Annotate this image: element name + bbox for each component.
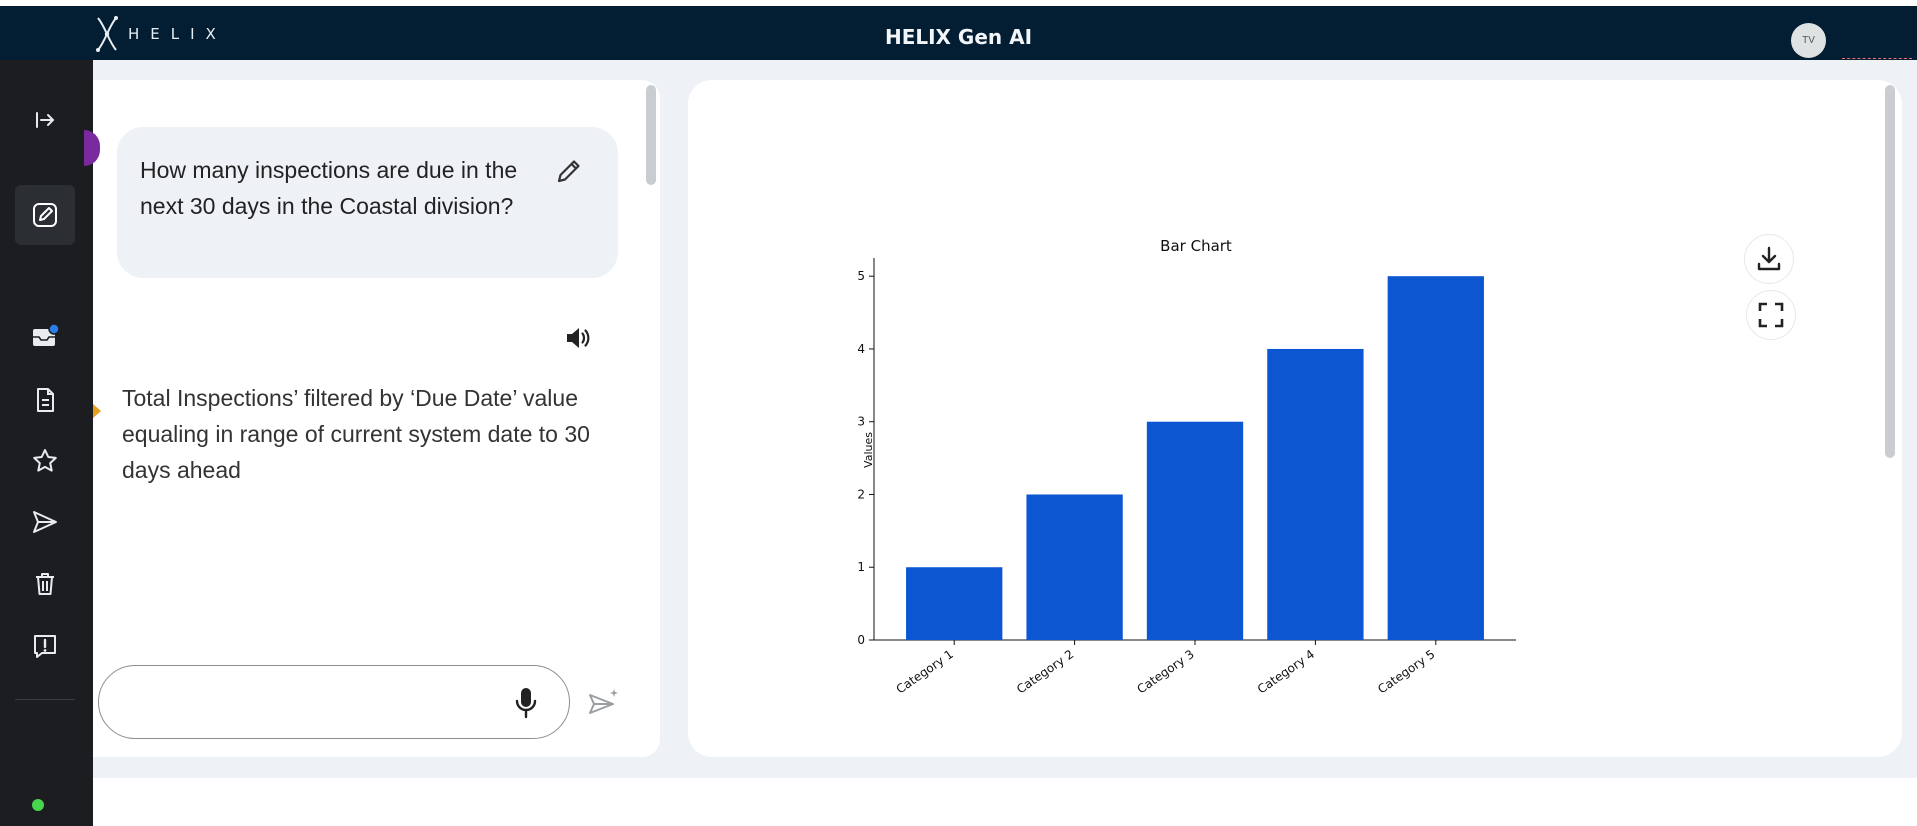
send-icon bbox=[33, 511, 57, 533]
x-tick-label: Category 5 bbox=[1375, 647, 1437, 696]
bar bbox=[906, 567, 1003, 640]
x-axis-ticks: Category 1 Category 2 Category 3 Category 4… bbox=[894, 640, 1438, 696]
chart-title: Bar Chart bbox=[1160, 237, 1232, 255]
y-tick-label: 2 bbox=[857, 487, 865, 501]
app-title: HELIX Gen AI bbox=[884, 25, 1033, 49]
user-avatar[interactable]: TV bbox=[1791, 23, 1826, 58]
response-indicator bbox=[93, 404, 101, 418]
download-icon bbox=[1757, 246, 1781, 271]
y-tick-label: 0 bbox=[857, 633, 865, 647]
chat-input[interactable] bbox=[123, 680, 483, 724]
sidebar-divider bbox=[15, 699, 75, 700]
favorites-button[interactable] bbox=[15, 431, 75, 491]
chart-panel-scrollbar[interactable] bbox=[1885, 85, 1895, 458]
documents-button[interactable] bbox=[15, 370, 75, 430]
document-icon bbox=[37, 388, 54, 412]
x-tick-label: Category 3 bbox=[1134, 647, 1196, 696]
x-tick-label: Category 2 bbox=[1014, 647, 1076, 696]
new-chat-icon bbox=[33, 203, 57, 227]
pencil-icon bbox=[557, 160, 580, 183]
ai-send-icon bbox=[589, 689, 618, 714]
online-status-indicator bbox=[32, 799, 44, 811]
sent-button[interactable] bbox=[15, 492, 75, 552]
bar bbox=[1267, 348, 1364, 640]
y-axis-label: Values bbox=[862, 432, 875, 468]
expand-sidebar-icon bbox=[36, 112, 55, 128]
top-bar: HELIX HELIX Gen AI TV bbox=[0, 6, 1917, 60]
read-aloud-button[interactable] bbox=[560, 320, 596, 356]
expand-sidebar-button[interactable] bbox=[15, 90, 75, 150]
trash-icon bbox=[36, 573, 54, 595]
y-tick-label: 4 bbox=[857, 342, 865, 356]
new-chat-button[interactable] bbox=[15, 185, 75, 245]
x-tick-label: Category 4 bbox=[1255, 647, 1317, 696]
bar bbox=[1146, 421, 1244, 640]
alert-icon bbox=[34, 635, 56, 658]
inbox-icon bbox=[33, 323, 60, 346]
speaker-icon bbox=[567, 328, 590, 348]
y-tick-label: 5 bbox=[857, 269, 865, 283]
y-tick-label: 1 bbox=[857, 560, 865, 574]
question-text: How many inspections are due in the next… bbox=[140, 157, 518, 219]
x-tick-label: Category 1 bbox=[894, 647, 956, 696]
bar bbox=[1026, 494, 1123, 640]
chat-scrollbar[interactable] bbox=[646, 85, 656, 185]
microphone-icon bbox=[515, 688, 537, 719]
star-icon bbox=[33, 449, 57, 472]
bar bbox=[1387, 276, 1484, 640]
chart-bars bbox=[906, 276, 1484, 640]
y-tick-label: 3 bbox=[857, 415, 865, 429]
answer-text: Total Inspections’ filtered by ‘Due Date… bbox=[122, 385, 590, 483]
chat-input-box bbox=[98, 665, 570, 739]
trash-button[interactable] bbox=[15, 554, 75, 614]
bar-chart: Bar Chart Values 012345 Category 1 Catego… bbox=[857, 237, 1516, 696]
sidebar bbox=[0, 60, 93, 826]
fullscreen-icon bbox=[1758, 302, 1784, 328]
voice-input-button[interactable] bbox=[507, 684, 545, 722]
fullscreen-chart-button[interactable] bbox=[1746, 290, 1796, 340]
download-chart-button[interactable] bbox=[1744, 234, 1794, 284]
send-message-button[interactable] bbox=[586, 686, 622, 722]
red-dashed-mark bbox=[1842, 58, 1912, 61]
inbox-button[interactable] bbox=[15, 307, 75, 367]
edit-question-button[interactable] bbox=[549, 151, 589, 191]
report-issue-button[interactable] bbox=[15, 616, 75, 676]
